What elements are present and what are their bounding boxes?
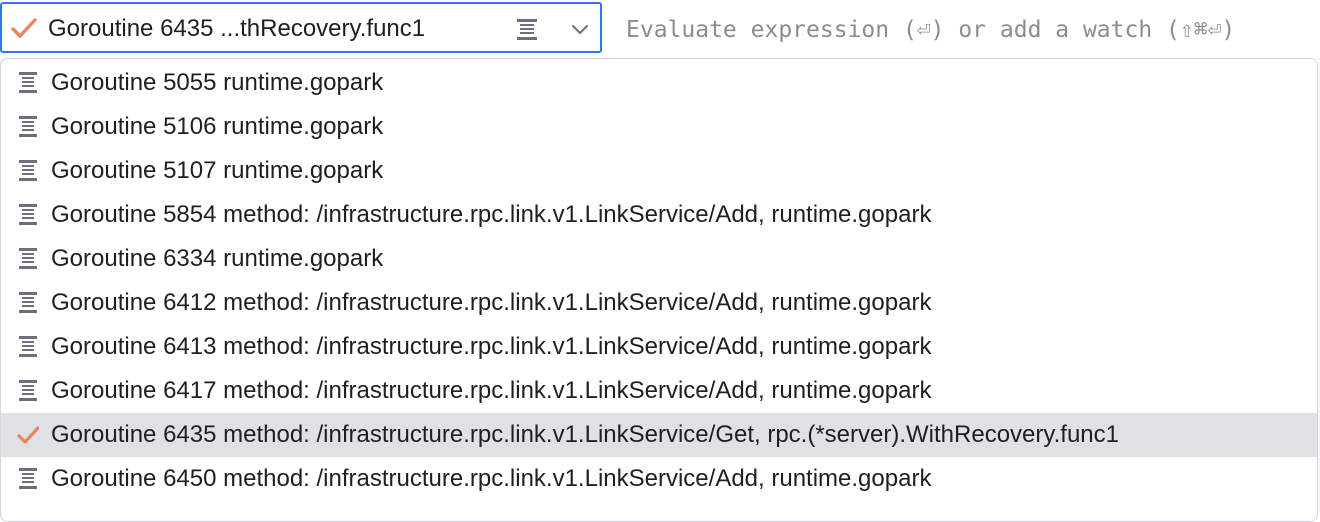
- stack-frames-icon: [517, 19, 537, 40]
- stack-frames-icon: [19, 160, 37, 181]
- goroutine-list-item[interactable]: Goroutine 5854 method: /infrastructure.r…: [1, 193, 1317, 237]
- goroutine-label: Goroutine 6417 method: /infrastructure.r…: [51, 377, 932, 404]
- stack-frames-icon: [19, 336, 37, 357]
- goroutine-label: Goroutine 5107 runtime.gopark: [51, 157, 384, 184]
- debugger-toolbar: Goroutine 6435 ...thRecovery.func1 Evalu…: [0, 0, 1320, 58]
- goroutine-list-item[interactable]: Goroutine 6450 method: /infrastructure.r…: [1, 457, 1317, 501]
- goroutine-label: Goroutine 6412 method: /infrastructure.r…: [51, 289, 932, 316]
- goroutine-list-item[interactable]: Goroutine 6413 method: /infrastructure.r…: [1, 325, 1317, 369]
- evaluate-expression-input[interactable]: Evaluate expression (⏎) or add a watch (…: [626, 0, 1316, 58]
- goroutine-list-item[interactable]: Goroutine 6435 method: /infrastructure.r…: [1, 413, 1317, 457]
- stack-frames-icon: [19, 204, 37, 225]
- goroutine-list-item[interactable]: Goroutine 5106 runtime.gopark: [1, 105, 1317, 149]
- debugger-threads-panel: Goroutine 6435 ...thRecovery.func1 Evalu…: [0, 0, 1320, 522]
- goroutine-label: Goroutine 6334 runtime.gopark: [51, 245, 384, 272]
- goroutine-list-item[interactable]: Goroutine 6412 method: /infrastructure.r…: [1, 281, 1317, 325]
- stack-frames-icon: [19, 248, 37, 269]
- stack-frames-icon: [19, 116, 37, 137]
- thread-dropdown-list[interactable]: Goroutine 5054 runtime.goparkGoroutine 5…: [0, 58, 1318, 522]
- goroutine-label: Goroutine 6413 method: /infrastructure.r…: [51, 333, 932, 360]
- check-icon: [17, 426, 39, 444]
- stack-frames-icon: [19, 468, 37, 489]
- goroutine-list-item[interactable]: Goroutine 6334 runtime.gopark: [1, 237, 1317, 281]
- stack-frames-icon: [19, 380, 37, 401]
- thread-selector-combobox[interactable]: Goroutine 6435 ...thRecovery.func1: [0, 2, 602, 53]
- chevron-down-icon[interactable]: [570, 21, 590, 37]
- goroutine-list-item[interactable]: Goroutine 5107 runtime.gopark: [1, 149, 1317, 193]
- goroutine-list: Goroutine 5054 runtime.goparkGoroutine 5…: [1, 59, 1317, 501]
- goroutine-label: Goroutine 5055 runtime.gopark: [51, 69, 384, 96]
- goroutine-label: Goroutine 6450 method: /infrastructure.r…: [51, 465, 932, 492]
- check-icon: [11, 18, 37, 38]
- goroutine-list-item[interactable]: Goroutine 6417 method: /infrastructure.r…: [1, 369, 1317, 413]
- selected-thread-label: Goroutine 6435 ...thRecovery.func1: [48, 15, 426, 42]
- stack-frames-icon: [19, 72, 37, 93]
- goroutine-list-item[interactable]: Goroutine 5055 runtime.gopark: [1, 61, 1317, 105]
- goroutine-label: Goroutine 6435 method: /infrastructure.r…: [51, 421, 1119, 448]
- goroutine-label: Goroutine 5854 method: /infrastructure.r…: [51, 201, 932, 228]
- goroutine-label: Goroutine 5106 runtime.gopark: [51, 113, 384, 140]
- stack-frames-icon: [19, 292, 37, 313]
